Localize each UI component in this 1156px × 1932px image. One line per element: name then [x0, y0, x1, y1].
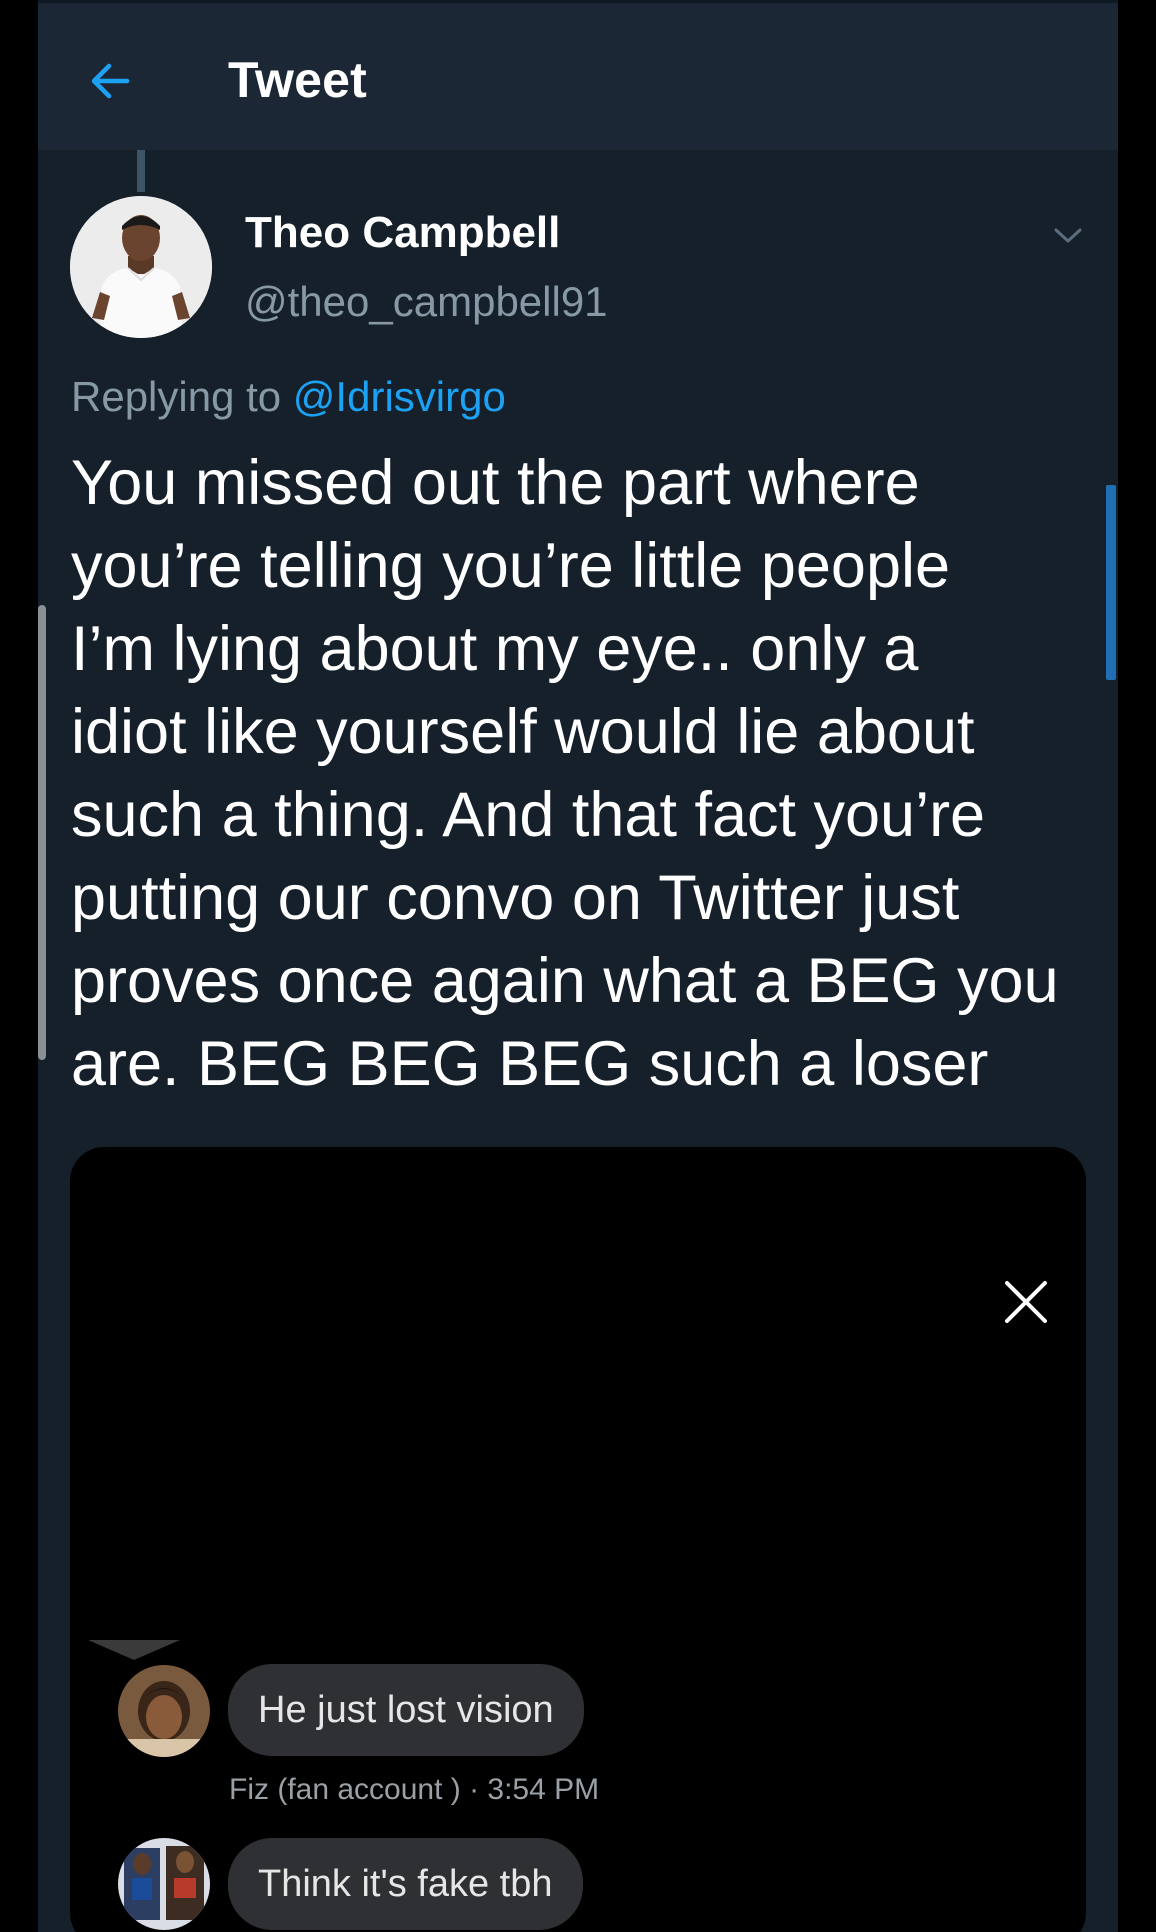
left-scroll-indicator — [38, 605, 46, 1060]
replying-to: Replying to @Idrisvirgo — [71, 373, 506, 421]
message-avatar — [118, 1665, 210, 1757]
close-media-button[interactable] — [1000, 1276, 1052, 1328]
profile-photo-icon — [70, 196, 212, 338]
tweet-media-image[interactable] — [70, 1147, 1086, 1932]
tweet-body: You missed out the part where you’re tel… — [71, 448, 1059, 1099]
user-avatar-icon — [118, 1838, 210, 1930]
message-divider-notch — [88, 1640, 180, 1660]
chevron-down-icon — [1054, 228, 1082, 243]
message-avatar — [118, 1838, 210, 1930]
author-handle[interactable]: @theo_campbell91 — [245, 278, 608, 326]
top-bar: Tweet — [38, 0, 1118, 150]
tweet-screen: Tweet Theo Campbell @theo_campbell91 Rep… — [0, 0, 1156, 1932]
scrollbar[interactable] — [1106, 485, 1116, 680]
author-avatar[interactable] — [70, 196, 212, 338]
reply-mention-link[interactable]: @Idrisvirgo — [293, 373, 506, 420]
arrow-left-icon — [91, 63, 130, 99]
replying-prefix: Replying to — [71, 373, 282, 420]
back-button[interactable] — [82, 53, 138, 109]
thread-connector — [137, 150, 145, 192]
message-bubble: He just lost vision — [228, 1664, 584, 1756]
message-meta: Fiz (fan account ) · 3:54 PM — [229, 1773, 600, 1806]
tweet-column: Tweet Theo Campbell @theo_campbell91 Rep… — [38, 0, 1118, 1932]
author-name[interactable]: Theo Campbell — [245, 208, 560, 258]
message-bubble: Think it's fake tbh — [228, 1838, 583, 1930]
page-title: Tweet — [228, 52, 367, 108]
tweet-menu-button[interactable] — [1048, 216, 1088, 256]
user-avatar-icon — [118, 1665, 210, 1757]
close-icon — [1005, 1281, 1047, 1323]
